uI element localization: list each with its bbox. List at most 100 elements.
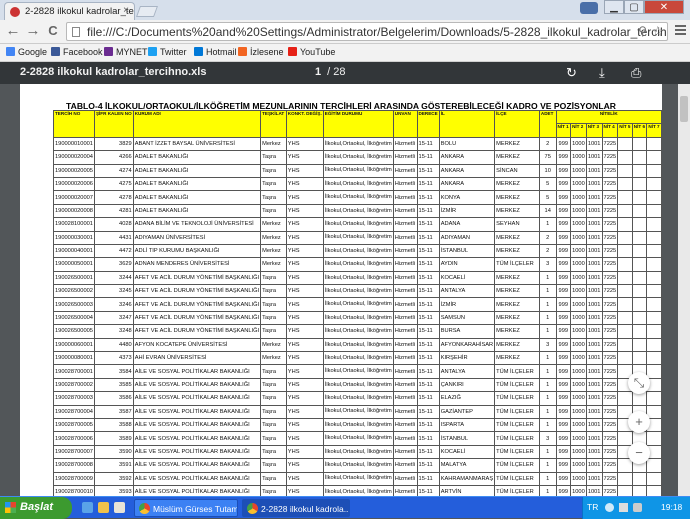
- bookmark-izlesene[interactable]: İzlesene: [238, 47, 284, 57]
- table-cell: 999: [555, 190, 572, 205]
- table-cell: AFYON KOCATEPE ÜNİVERSİTESİ: [132, 337, 262, 353]
- table-row: 190000010001 3829 ABANT İZZET BAYSAL ÜNİVE…: [53, 136, 662, 152]
- download-icon[interactable]: ⤓: [599, 65, 605, 81]
- scrollbar[interactable]: [678, 84, 690, 496]
- table-cell: Taşra: [260, 484, 287, 496]
- profile-icon[interactable]: [580, 2, 598, 14]
- table-cell: 1001: [585, 324, 603, 339]
- table-cell: TÜM İLÇELER: [494, 431, 540, 446]
- table-cell: 1: [538, 458, 557, 473]
- table-cell: 1001: [585, 243, 603, 259]
- table-cell: [617, 391, 633, 406]
- table-cell: 1001: [585, 150, 603, 165]
- table-cell: 4373: [93, 351, 134, 366]
- close-window-button[interactable]: ✕: [644, 0, 684, 14]
- table-cell: 15-11: [416, 163, 440, 178]
- zoom-icon[interactable]: ⚲: [638, 24, 647, 38]
- table-cell: 15-11: [416, 284, 440, 299]
- table-cell: İlkokul,Ortaokul, İlköğretim: [322, 136, 394, 152]
- print-icon[interactable]: ⎙: [631, 65, 641, 81]
- table-cell: [646, 391, 662, 406]
- table-cell: [617, 230, 633, 245]
- table-cell: 3592: [93, 471, 134, 486]
- table-cell: 3246: [93, 297, 134, 312]
- network-tray-icon[interactable]: [619, 503, 628, 512]
- bookmark-hotmail[interactable]: Hotmail: [194, 47, 237, 57]
- language-indicator[interactable]: TR: [587, 502, 598, 512]
- table-cell: 190000020005: [53, 163, 95, 178]
- back-button[interactable]: ←: [4, 22, 22, 40]
- table-cell: YHS: [285, 190, 324, 205]
- start-button[interactable]: Başlat: [0, 497, 72, 519]
- table-cell: 1: [538, 284, 557, 299]
- bookmark-mynet[interactable]: MYNET: [104, 47, 148, 57]
- table-row: 190028700009 3592 AİLE VE SOSYAL POLİTİKAL…: [53, 471, 662, 486]
- fit-page-button[interactable]: ⤡: [628, 372, 650, 394]
- table-row: 190000020004 4266 ADALET BAKANLIĞI Taşra YHS…: [53, 150, 662, 165]
- table-cell: 15-11: [416, 217, 440, 232]
- bookmark-youtube[interactable]: YouTube: [288, 47, 335, 57]
- izlesene-icon: [238, 47, 247, 56]
- table-cell: TÜM İLÇELER: [494, 417, 540, 433]
- tab-close-icon[interactable]: ×: [123, 5, 129, 16]
- table-cell: 2: [538, 230, 557, 245]
- scrollbar-thumb[interactable]: [680, 96, 688, 122]
- bookmark-star-icon[interactable]: ☆: [651, 23, 664, 40]
- table-cell: [631, 324, 648, 339]
- rotate-icon[interactable]: ↻: [566, 65, 577, 81]
- table-cell: 1001: [585, 217, 603, 232]
- table-cell: 15-11: [416, 297, 440, 312]
- table-cell: 1: [538, 377, 557, 393]
- table-cell: [617, 284, 633, 299]
- menu-icon[interactable]: [675, 25, 686, 37]
- table-cell: 1000: [570, 458, 587, 473]
- table-cell: MERKEZ: [494, 337, 540, 353]
- table-cell: MERKEZ: [494, 150, 540, 165]
- table-cell: 7225: [601, 190, 619, 205]
- column-header: İLÇE: [494, 110, 540, 138]
- maximize-button[interactable]: ▢: [624, 0, 644, 14]
- bookmark-google[interactable]: Google: [6, 47, 47, 57]
- help-tray-icon[interactable]: [605, 503, 614, 512]
- current-page-field[interactable]: 1: [315, 66, 321, 78]
- zoom-in-button[interactable]: +: [628, 411, 650, 433]
- forward-button[interactable]: →: [24, 22, 42, 40]
- table-cell: 1001: [585, 484, 603, 496]
- task-chrome-music[interactable]: Müslüm Gürses Tutam...: [134, 499, 238, 517]
- task-chrome-pdf[interactable]: 2-2828 ilkokul kadrola...: [242, 499, 350, 517]
- table-cell: [631, 297, 648, 312]
- table-cell: 999: [555, 404, 572, 419]
- table-row: 190026500001 3244 AFET VE ACİL DURUM YÖNET…: [53, 270, 662, 286]
- new-tab-icon[interactable]: [135, 6, 159, 17]
- bookmark-twitter[interactable]: Twitter: [148, 47, 187, 57]
- table-cell: 1000: [570, 190, 587, 205]
- table-cell: 999: [555, 444, 572, 460]
- table-cell: [646, 404, 662, 419]
- address-bar[interactable]: file:///C:/Documents%20and%20Settings/Ad…: [66, 22, 668, 41]
- volume-tray-icon[interactable]: [633, 503, 642, 512]
- pdf-toolbar: 2-2828 ilkokul kadrolar_tercihno.xls 1 / …: [0, 62, 690, 84]
- minimize-button[interactable]: ▁: [604, 0, 624, 14]
- ie-quicklaunch-icon[interactable]: [82, 502, 93, 513]
- table-cell: TÜM İLÇELER: [494, 458, 540, 473]
- table-cell: 1001: [585, 471, 603, 486]
- desktop-quicklaunch-icon[interactable]: [114, 502, 125, 513]
- table-cell: 7225: [601, 270, 619, 286]
- table-cell: 1000: [570, 337, 587, 353]
- zoom-out-button[interactable]: −: [628, 442, 650, 464]
- table-cell: Taşra: [260, 404, 287, 419]
- table-cell: 1001: [585, 270, 603, 286]
- bookmark-facebook[interactable]: Facebook: [51, 47, 103, 57]
- tab-pdf[interactable]: 2-2828 ilkokul kadrolar_tercil ×: [4, 2, 135, 20]
- table-cell: [646, 176, 662, 192]
- column-header: TEŞKİLAT: [260, 110, 287, 138]
- reload-button[interactable]: C: [44, 22, 62, 40]
- table-cell: 7225: [601, 337, 619, 353]
- table-cell: YHS: [285, 337, 324, 353]
- table-cell: [646, 243, 662, 259]
- table-cell: 190028700005: [53, 417, 95, 433]
- table-cell: 7225: [601, 377, 619, 393]
- column-header: DERECE: [416, 110, 440, 138]
- folder-quicklaunch-icon[interactable]: [98, 502, 109, 513]
- table-cell: 190000060001: [53, 337, 95, 353]
